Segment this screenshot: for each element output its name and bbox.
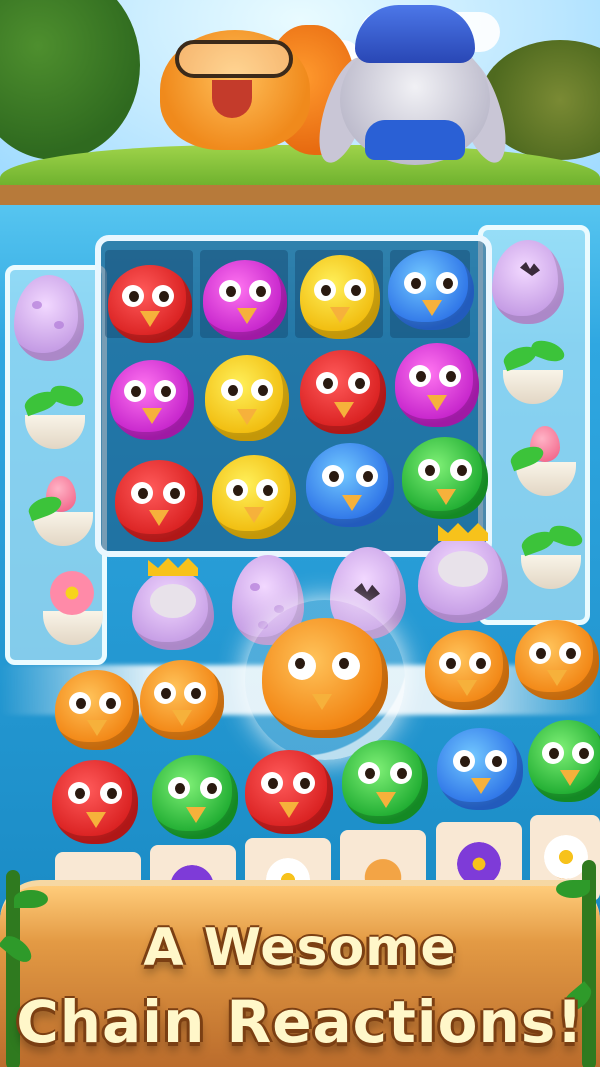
orange-bird-in-bubble[interactable] xyxy=(262,618,388,738)
yellow-bird[interactable] xyxy=(205,355,289,441)
headline-line-1: A Wesome xyxy=(143,918,457,978)
game-screen: A Wesome Chain Reactions! xyxy=(0,0,600,1067)
pink-bird[interactable] xyxy=(203,260,287,340)
tulip-pot[interactable] xyxy=(507,420,585,500)
orange-bird[interactable] xyxy=(425,630,509,710)
bunny-shirt xyxy=(365,120,465,160)
blue-bird[interactable] xyxy=(437,728,523,810)
green-bird[interactable] xyxy=(402,437,488,519)
leaf xyxy=(14,890,48,908)
red-bird[interactable] xyxy=(115,460,203,542)
police-hat-icon xyxy=(355,5,475,63)
pink-bird[interactable] xyxy=(110,360,194,440)
green-bird[interactable] xyxy=(152,755,238,839)
blue-bird[interactable] xyxy=(306,443,394,527)
red-bird[interactable] xyxy=(245,750,333,834)
red-bird[interactable] xyxy=(108,265,192,343)
sprout-pot[interactable] xyxy=(20,375,90,455)
dirt-strip xyxy=(0,185,600,207)
yellow-bird[interactable] xyxy=(300,255,380,339)
flower-pot[interactable] xyxy=(38,565,108,649)
green-bird[interactable] xyxy=(528,720,600,802)
orange-bird[interactable] xyxy=(55,670,139,750)
red-bird[interactable] xyxy=(52,760,138,844)
sprout-pot[interactable] xyxy=(497,330,572,410)
blue-bird[interactable] xyxy=(388,250,474,330)
bunny-character xyxy=(308,0,517,175)
yellow-bird[interactable] xyxy=(212,455,296,539)
sprout-pot[interactable] xyxy=(515,515,590,595)
leaf xyxy=(556,880,590,898)
pink-bird[interactable] xyxy=(395,343,479,427)
headline-line-2: Chain Reactions! xyxy=(16,988,584,1056)
orange-bird[interactable] xyxy=(515,620,599,700)
green-bird[interactable] xyxy=(342,740,428,824)
red-bird[interactable] xyxy=(300,350,386,434)
tulip-pot[interactable] xyxy=(25,470,98,550)
glasses-icon xyxy=(175,40,293,78)
orange-bird[interactable] xyxy=(140,660,224,740)
